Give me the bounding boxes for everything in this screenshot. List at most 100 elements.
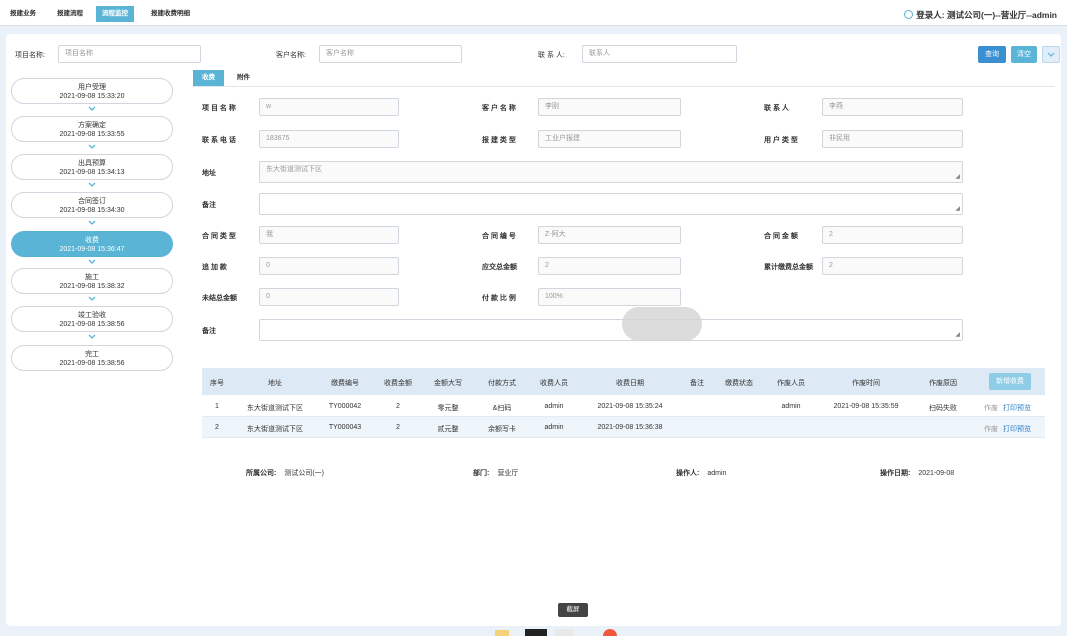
login-label: 登录人: xyxy=(916,10,945,20)
resize-handle-icon[interactable]: ◢ xyxy=(955,332,960,338)
address-field-label: 地址 xyxy=(202,170,216,177)
customer-name-field[interactable]: 李刚 xyxy=(538,98,681,116)
floating-overlay xyxy=(622,307,702,341)
contact-label: 联 系 人: xyxy=(538,52,565,59)
clear-button[interactable]: 清空 xyxy=(1011,46,1037,63)
report-type-field[interactable]: 工业户报建 xyxy=(538,130,681,148)
total-due-field-label: 应交总金额 xyxy=(482,264,517,271)
total-paid-field[interactable]: 2 xyxy=(822,257,963,275)
footer-operator-label: 操作人: xyxy=(676,470,700,477)
col-header-address: 地址 xyxy=(268,380,282,387)
tab-report-process[interactable]: 报建流程 xyxy=(51,6,89,22)
print-preview-link[interactable]: 打印预览 xyxy=(1003,403,1031,413)
col-header-pay-method: 付款方式 xyxy=(488,380,516,387)
col-header-index: 序号 xyxy=(210,380,224,387)
contract-type-field[interactable]: 我 xyxy=(259,226,399,244)
user-icon xyxy=(904,10,914,19)
footer-dept-label: 部门: xyxy=(473,470,490,477)
tab-report-business[interactable]: 报建业务 xyxy=(4,6,42,22)
table-cell: 东大街道测试下区 xyxy=(247,405,303,412)
table-cell: 余额写卡 xyxy=(488,426,516,433)
contact-field[interactable]: 李燕 xyxy=(822,98,963,116)
project-name-field[interactable]: w xyxy=(259,98,399,116)
step-8[interactable]: 完工 2021-09-08 15:38:56 xyxy=(11,345,173,371)
footer-dept-value: 营业厅 xyxy=(497,470,519,477)
project-name-label: 项目名称: xyxy=(15,52,45,59)
unpaid-field[interactable]: 0 xyxy=(259,288,399,306)
col-header-void-time: 作废时间 xyxy=(852,380,880,387)
step-time: 2021-09-08 15:36:47 xyxy=(59,246,125,253)
table-row: 2 东大街道测试下区 TY000043 2 贰元整 余额写卡 admin 2021-09-08… xyxy=(202,417,1045,438)
tab-attachment[interactable]: 附件 xyxy=(228,70,259,86)
customer-name-field-label: 客 户 名 称 xyxy=(482,105,516,112)
table-cell: 东大街道测试下区 xyxy=(247,426,303,433)
remark2-field[interactable]: ◢ xyxy=(259,319,963,341)
user-type-field-label: 用 户 类 型 xyxy=(764,137,798,144)
screenshot-tooltip: 截屏 xyxy=(558,603,588,617)
pay-ratio-field[interactable]: 100% xyxy=(538,288,681,306)
step-4[interactable]: 合同签订 2021-09-08 15:34:30 xyxy=(11,192,173,218)
void-link[interactable]: 作废 xyxy=(984,424,998,434)
tab-process-monitor[interactable]: 流程监控 xyxy=(96,6,134,22)
step-time: 2021-09-08 15:33:55 xyxy=(59,131,125,138)
table-cell: 2 xyxy=(396,424,400,431)
pay-ratio-field-label: 付 款 比 例 xyxy=(482,295,516,302)
customer-name-input[interactable]: 客户名称 xyxy=(319,45,462,63)
chevron-down-icon xyxy=(88,220,96,225)
step-name: 用户受理 xyxy=(78,84,106,91)
contact-field-label: 联 系 人 xyxy=(764,105,789,112)
login-value: 测试公司(一)--营业厅--admin xyxy=(946,10,1057,20)
tab-fee-details[interactable]: 报建收费明细 xyxy=(145,6,196,22)
void-link[interactable]: 作废 xyxy=(984,403,998,413)
remark2-field-label: 备注 xyxy=(202,328,216,335)
step-name: 收费 xyxy=(85,237,99,244)
step-name: 合同签订 xyxy=(78,198,106,205)
step-3[interactable]: 出具预算 2021-09-08 15:34:13 xyxy=(11,154,173,180)
chevron-down-icon xyxy=(88,296,96,301)
dock-icons xyxy=(495,629,617,636)
print-preview-link[interactable]: 打印预览 xyxy=(1003,424,1031,434)
phone-field[interactable]: 183675 xyxy=(259,130,399,148)
tab-charge[interactable]: 收费 xyxy=(193,70,224,86)
contract-amount-field[interactable]: 2 xyxy=(822,226,963,244)
resize-handle-icon[interactable]: ◢ xyxy=(955,174,960,180)
remark-field[interactable]: ◢ xyxy=(259,193,963,215)
add-charge-button[interactable]: 新增收费 xyxy=(989,373,1031,390)
project-name-input[interactable]: 项目名称 xyxy=(58,45,201,63)
col-header-void-person: 作废人员 xyxy=(777,380,805,387)
table-cell: 零元整 xyxy=(437,405,459,412)
table-cell: 2021-09-08 15:36:38 xyxy=(597,424,663,431)
query-button[interactable]: 查询 xyxy=(978,46,1006,63)
table-cell: 2021-09-08 15:35:24 xyxy=(597,403,663,410)
col-header-charge-date: 收费日期 xyxy=(616,380,644,387)
table-cell: TY000042 xyxy=(328,403,362,410)
additional-field[interactable]: 0 xyxy=(259,257,399,275)
table-cell: 1 xyxy=(215,403,219,410)
contract-amount-field-label: 合 同 金 额 xyxy=(764,233,798,240)
chevron-down-icon xyxy=(88,259,96,264)
step-5[interactable]: 收费 2021-09-08 15:36:47 xyxy=(11,231,173,257)
expand-button[interactable] xyxy=(1042,46,1060,63)
contact-input[interactable]: 联系人 xyxy=(582,45,737,63)
chevron-down-icon xyxy=(1047,52,1055,57)
additional-field-label: 追 加 款 xyxy=(202,264,227,271)
user-type-field[interactable]: 非民用 xyxy=(822,130,963,148)
total-due-field[interactable]: 2 xyxy=(538,257,681,275)
footer-company-value: 测试公司(一) xyxy=(284,470,325,477)
table-header: 序号 地址 缴费编号 收费金额 金额大写 付款方式 收费人员 收费日期 备注 缴… xyxy=(202,368,1045,395)
chevron-down-icon xyxy=(88,106,96,111)
contract-no-field[interactable]: Z-阿大 xyxy=(538,226,681,244)
total-paid-field-label: 累计缴费总金额 xyxy=(764,264,813,271)
step-1[interactable]: 用户受理 2021-09-08 15:33:20 xyxy=(11,78,173,104)
footer-dept: 部门: 营业厅 xyxy=(473,468,518,478)
table-cell: admin xyxy=(544,424,564,431)
unpaid-field-label: 未结总金额 xyxy=(202,295,237,302)
step-7[interactable]: 竣工验收 2021-09-08 15:38:56 xyxy=(11,306,173,332)
resize-handle-icon[interactable]: ◢ xyxy=(955,206,960,212)
step-time: 2021-09-08 15:38:32 xyxy=(59,283,125,290)
step-6[interactable]: 施工 2021-09-08 15:38:32 xyxy=(11,268,173,294)
address-field[interactable]: 东大街道测试下区 ◢ xyxy=(259,161,963,183)
contract-no-field-label: 合 同 编 号 xyxy=(482,233,516,240)
step-2[interactable]: 方案确定 2021-09-08 15:33:55 xyxy=(11,116,173,142)
table-cell: TY000043 xyxy=(328,424,362,431)
